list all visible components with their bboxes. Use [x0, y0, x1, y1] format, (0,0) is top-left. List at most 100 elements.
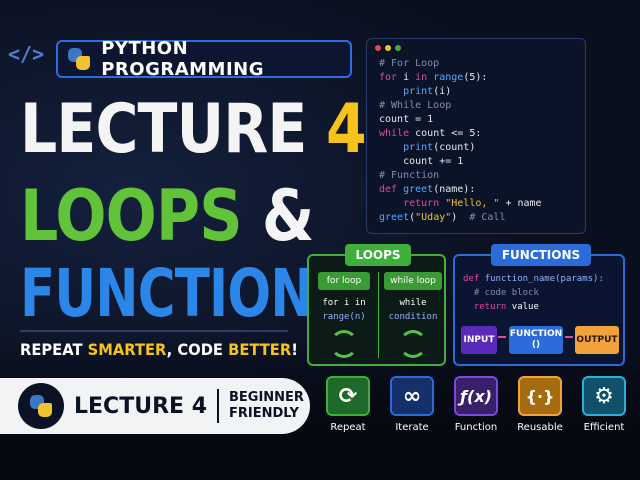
feature-label: Repeat — [330, 422, 366, 433]
while-loop-line1: while — [399, 298, 427, 308]
pill-beginner-friendly: BEGINNER FRIENDLY — [229, 390, 304, 422]
functions-code: def function_name(params): # code block … — [463, 272, 604, 314]
feature-efficient: ⚙ Efficient — [582, 376, 626, 433]
feature-iterate: ∞ Iterate — [390, 376, 434, 433]
loops-separator — [378, 272, 379, 358]
refresh-icon — [399, 330, 427, 358]
code-string: "Uday" — [415, 212, 452, 223]
code-text: (i) — [433, 86, 452, 97]
pill-lecture: LECTURE 4 — [74, 393, 207, 419]
infinity-icon: ∞ — [390, 376, 434, 416]
headline-ampersand: & — [261, 175, 315, 257]
code-text: count += 1 — [379, 156, 464, 167]
code-keyword: def — [463, 274, 480, 284]
feature-label: Iterate — [395, 422, 429, 433]
for-loop-column: for loop for i in range(n) — [313, 272, 375, 358]
code-keyword: return — [463, 302, 507, 312]
code-comment: # For Loop — [379, 58, 440, 69]
code-function: print — [403, 142, 434, 153]
code-text: + name — [499, 198, 542, 209]
brand-badge: PYTHON PROGRAMMING — [56, 38, 352, 80]
code-function: greet — [379, 212, 410, 223]
code-brackets-icon: </> — [8, 42, 45, 66]
lecture-pill: LECTURE 4 BEGINNER FRIENDLY — [0, 378, 310, 434]
python-logo-icon — [66, 46, 91, 72]
while-loop-label: while loop — [384, 272, 442, 290]
feature-label: Function — [454, 422, 498, 433]
code-string: "Hello, " — [445, 198, 500, 209]
tagline-part: , CODE — [166, 340, 229, 359]
code-text: (name): — [433, 184, 476, 195]
code-keyword: for — [379, 72, 398, 83]
for-loop-line1: for i in — [322, 298, 366, 308]
code-comment: # Function — [379, 170, 440, 181]
code-function: range — [433, 72, 464, 83]
loops-title: LOOPS — [345, 244, 411, 266]
headline-loops: LOOPS & — [20, 175, 315, 257]
pill-separator — [217, 389, 219, 423]
code-function: greet — [403, 184, 434, 195]
headline-lecture-number: 4 — [325, 90, 367, 169]
for-loop-label: for loop — [318, 272, 370, 290]
output-box: OUTPUT — [575, 326, 619, 354]
input-box: INPUT — [461, 326, 497, 354]
code-comment: # While Loop — [379, 100, 452, 111]
code-text: count <= 5: — [409, 128, 482, 139]
refresh-icon — [330, 330, 358, 358]
headline-functions: FUNCTIONS — [20, 255, 350, 332]
code-keyword: return — [403, 198, 440, 209]
tagline-smarter: SMARTER — [87, 340, 167, 359]
headline-lecture: LECTURE 4 — [20, 90, 367, 169]
python-logo-icon — [18, 383, 64, 429]
function-box-label: FUNCTION — [509, 329, 563, 339]
code-text: value — [506, 302, 539, 312]
feature-function: ƒ(x) Function — [454, 376, 498, 433]
feature-repeat: ⟳ Repeat — [326, 376, 370, 433]
code-keyword: in — [415, 72, 428, 83]
for-loop-text: for i in range(n) — [313, 296, 375, 324]
code-comment: # Call — [457, 212, 506, 223]
window-dots — [375, 45, 401, 51]
while-loop-column: while loop while condition — [382, 272, 444, 358]
arrow-icon — [565, 336, 573, 338]
code-text: count = 1 — [379, 114, 434, 125]
feature-reusable: {·} Reusable — [517, 376, 563, 433]
code-text: i — [397, 72, 416, 83]
for-loop-line2: range(n) — [322, 312, 366, 322]
arrow-icon — [498, 336, 506, 338]
tagline: REPEAT SMARTER, CODE BETTER! — [20, 340, 298, 359]
code-keyword: def — [379, 184, 398, 195]
headline-lecture-word: LECTURE — [20, 90, 307, 169]
brand-label: PYTHON PROGRAMMING — [101, 38, 264, 80]
function-icon: ƒ(x) — [454, 376, 498, 416]
feature-label: Efficient — [583, 422, 625, 433]
headline-loops-word: LOOPS — [20, 175, 243, 257]
loops-panel: LOOPS for loop for i in range(n) while lo… — [307, 244, 446, 366]
functions-panel: FUNCTIONS def function_name(params): # c… — [453, 244, 625, 366]
pill-beginner: BEGINNER — [229, 390, 304, 405]
while-loop-line2: condition — [388, 312, 438, 322]
pill-friendly: FRIENDLY — [229, 406, 299, 421]
code-window: # For Loop for i in range(5): print(i) #… — [366, 38, 586, 234]
braces-icon: {·} — [518, 376, 562, 416]
functions-title: FUNCTIONS — [491, 244, 591, 266]
tagline-part: ! — [291, 340, 298, 359]
feature-label: Reusable — [517, 422, 563, 433]
code-text: (count) — [433, 142, 476, 153]
maximize-dot-icon — [395, 45, 401, 51]
tagline-better: BETTER — [228, 340, 292, 359]
function-box-parens: () — [531, 340, 541, 350]
function-box: FUNCTION() — [509, 326, 563, 354]
divider — [20, 330, 288, 332]
refresh-icon: ⟳ — [326, 376, 370, 416]
tagline-part: REPEAT — [20, 340, 88, 359]
code-keyword: while — [379, 128, 410, 139]
feature-row: ⟳ Repeat ∞ Iterate ƒ(x) Function {·} Reu… — [326, 376, 626, 433]
close-dot-icon — [375, 45, 381, 51]
code-text: (5): — [463, 72, 488, 83]
code-text: function_name(params): — [479, 274, 604, 284]
gear-icon: ⚙ — [582, 376, 626, 416]
code-comment: # code block — [463, 288, 539, 298]
code-function: print — [403, 86, 434, 97]
minimize-dot-icon — [385, 45, 391, 51]
